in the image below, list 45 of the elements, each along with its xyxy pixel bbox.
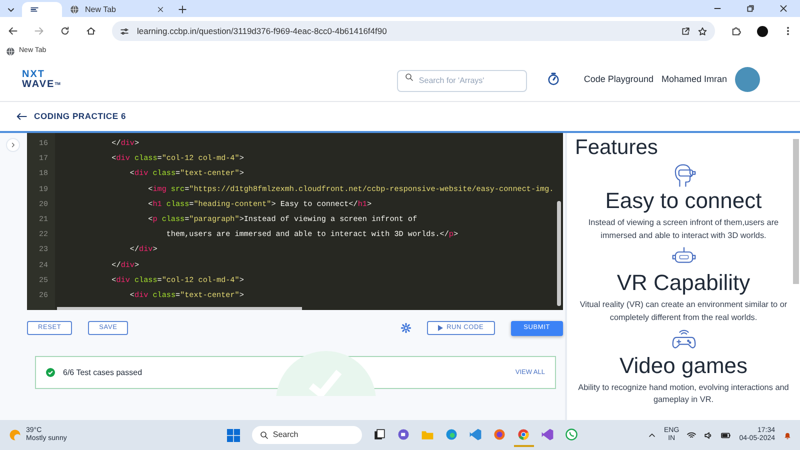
back-icon[interactable] [8, 26, 18, 36]
taskbar-search-field[interactable]: Search [252, 426, 362, 444]
new-tab-icon[interactable] [178, 5, 187, 14]
code-editor[interactable] [27, 133, 563, 310]
show-hidden-icons-icon[interactable] [648, 431, 656, 439]
open-in-window-icon[interactable] [681, 26, 690, 36]
timer-icon[interactable] [546, 72, 560, 86]
feature-title: VR Capability [616, 270, 752, 296]
search-field[interactable]: Search for 'Arrays' [396, 70, 527, 92]
notification-bell-icon[interactable] [783, 430, 792, 440]
restore-icon[interactable] [746, 4, 755, 13]
speaker-icon[interactable] [704, 430, 714, 440]
profile-avatar[interactable] [757, 26, 768, 36]
close-icon[interactable] [779, 4, 788, 13]
feature-description: Instead of viewing a screen infront of them,users are immersed and able to interact with 3D worlds. [587, 217, 780, 242]
home-icon[interactable] [86, 26, 96, 36]
site-settings-icon[interactable] [120, 26, 129, 36]
feature-title: Easy to connect [604, 188, 763, 214]
settings-icon[interactable] [400, 322, 411, 333]
start-icon[interactable] [226, 428, 240, 442]
feature-description: Vitual reality (VR) can create an environment similar to or completely different from the real worlds. [578, 299, 788, 324]
extensions-icon[interactable] [731, 26, 741, 36]
feature-description: Ability to recognize hand motion, evolving interactions and gameplay in VR. [577, 382, 790, 406]
wifi-icon[interactable] [687, 430, 696, 440]
battery-icon[interactable] [721, 430, 732, 440]
code-playground-link[interactable]: Code Playground [584, 72, 654, 86]
user-name: Mohamed Imran [661, 72, 727, 86]
feature-title: Video games [618, 352, 748, 378]
menu-icon[interactable] [784, 26, 792, 36]
page-title: CODING PRACTICE 6 [34, 110, 126, 123]
globe-icon [70, 5, 79, 14]
bookmark-star-icon[interactable] [698, 26, 707, 36]
search-icon [404, 73, 413, 82]
search-icon [260, 431, 268, 439]
play-icon [438, 325, 443, 331]
browser-tab[interactable] [22, 2, 62, 17]
back-arrow-icon[interactable] [16, 112, 27, 121]
user-avatar[interactable] [735, 67, 760, 92]
test-result-text: 6/6 Test cases passed [63, 366, 142, 378]
reload-icon[interactable] [60, 26, 70, 36]
preview-heading: Features [575, 135, 659, 160]
close-icon[interactable] [157, 6, 164, 13]
browser-tab[interactable]: New Tab [62, 2, 172, 17]
chevron-right-icon [10, 142, 16, 148]
site-favicon [30, 5, 39, 14]
